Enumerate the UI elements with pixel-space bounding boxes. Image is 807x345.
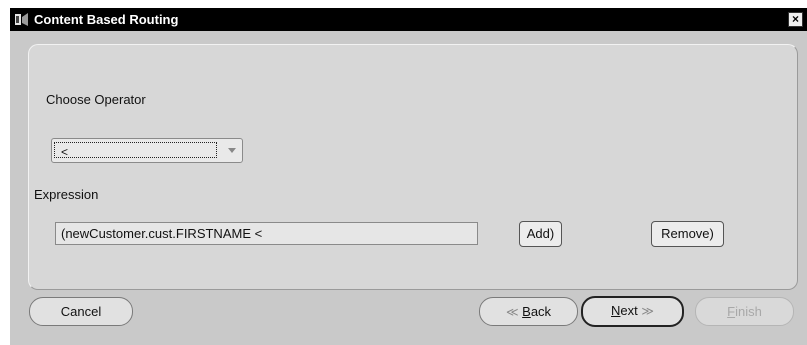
next-chevron-icon: ≫: [641, 304, 654, 318]
window-app-icon: [13, 11, 30, 28]
next-label-rest: ext: [620, 303, 638, 318]
expression-label: Expression: [34, 187, 99, 202]
title-bar[interactable]: Content Based Routing ×: [10, 8, 807, 31]
next-button[interactable]: Next ≫: [581, 296, 684, 327]
finish-button[interactable]: Finish: [695, 297, 794, 326]
add-button[interactable]: Add): [519, 221, 562, 247]
close-icon: ×: [791, 12, 799, 26]
chevron-down-icon: [228, 148, 236, 153]
dialog-window: Content Based Routing × Choose Operator …: [10, 8, 807, 345]
operator-selected-value: <: [61, 145, 69, 159]
dropdown-focus-ring: <: [54, 142, 217, 159]
finish-mnemonic: F: [727, 304, 736, 319]
operator-dropdown[interactable]: <: [51, 138, 243, 163]
close-button[interactable]: ×: [788, 12, 803, 27]
choose-operator-label: Choose Operator: [46, 92, 146, 107]
expression-field[interactable]: (newCustomer.cust.FIRSTNAME <: [55, 222, 478, 245]
next-mnemonic: N: [611, 303, 621, 318]
back-mnemonic: B: [522, 304, 531, 319]
content-panel: Choose Operator < Expression (newCustome…: [28, 44, 798, 290]
back-label-rest: ack: [530, 304, 552, 319]
back-chevron-icon: ≪: [505, 305, 519, 319]
cancel-button[interactable]: Cancel: [29, 297, 133, 326]
back-button[interactable]: ≪ Back: [479, 297, 578, 326]
window-title: Content Based Routing: [34, 12, 179, 27]
finish-label-rest: inish: [735, 304, 762, 319]
remove-button[interactable]: Remove): [651, 221, 724, 247]
